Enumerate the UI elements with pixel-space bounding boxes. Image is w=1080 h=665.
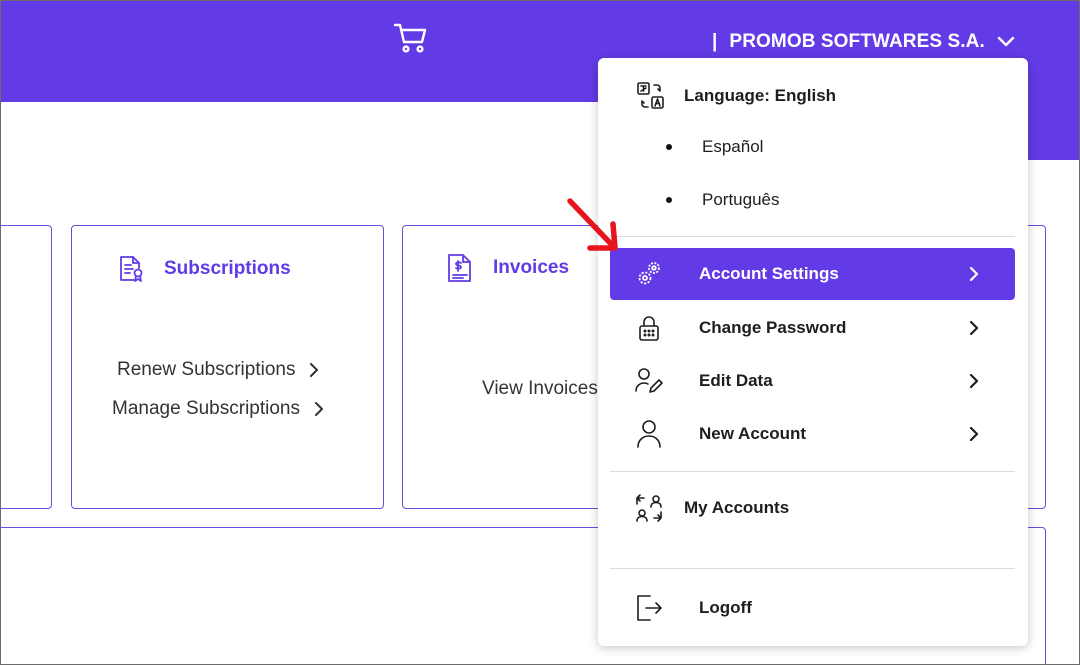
menu-item-account-settings[interactable]: Account Settings (610, 248, 1015, 300)
renew-subscriptions-label: Renew Subscriptions (117, 359, 296, 380)
menu-item-new-account[interactable]: New Account (610, 408, 1015, 460)
translate-icon (637, 82, 664, 109)
menu-item-edit-data[interactable]: Edit Data (610, 355, 1015, 407)
gears-icon (638, 262, 660, 285)
change-password-label: Change Password (699, 318, 847, 337)
chevron-down-icon (997, 36, 1015, 47)
language-label: Language: English (684, 86, 837, 105)
invoices-title[interactable]: Invoices (445, 252, 569, 284)
menu-item-logoff[interactable]: Logoff (610, 582, 1015, 634)
bullet (666, 144, 672, 150)
shopping-cart-icon[interactable] (393, 22, 429, 54)
switch-accounts-icon (636, 494, 662, 522)
language-current[interactable]: Language: English (610, 70, 1015, 122)
edit-data-label: Edit Data (699, 371, 773, 390)
header-separator: | (712, 31, 718, 52)
certificate-document-icon (120, 256, 143, 282)
view-invoices-label: View Invoices (482, 378, 598, 399)
account-dropdown-menu: Language: English Español Português Acco… (598, 58, 1028, 646)
view-invoices-link[interactable]: View Invoices (482, 378, 598, 400)
card-subscriptions: Subscriptions Renew Subscriptions Manage… (71, 225, 384, 509)
logoff-label: Logoff (699, 598, 752, 617)
manage-subscriptions-link[interactable]: Manage Subscriptions (112, 398, 324, 420)
new-account-label: New Account (699, 424, 807, 443)
invoices-title-text: Invoices (493, 257, 570, 278)
subscriptions-title-text: Subscriptions (164, 258, 291, 279)
chevron-right-icon (315, 402, 323, 416)
lock-icon (639, 316, 659, 341)
my-accounts-label: My Accounts (684, 498, 790, 517)
company-name: PROMOB SOFTWARES S.A. (729, 31, 985, 52)
account-settings-label: Account Settings (699, 264, 839, 283)
chevron-right-icon (969, 321, 979, 335)
manage-subscriptions-label: Manage Subscriptions (112, 398, 300, 419)
menu-divider (610, 236, 1015, 237)
subscriptions-title[interactable]: Subscriptions (116, 254, 291, 284)
menu-divider (610, 568, 1015, 569)
red-arrow-icon (567, 198, 618, 251)
bullet (666, 197, 672, 203)
language-option-espanol[interactable]: Español (666, 137, 763, 157)
card-partial-left (0, 225, 52, 509)
language-option-portugues[interactable]: Português (666, 190, 780, 210)
invoice-dollar-icon (448, 254, 471, 282)
menu-item-change-password[interactable]: Change Password (610, 302, 1015, 354)
menu-item-my-accounts[interactable]: My Accounts (610, 482, 1015, 534)
renew-subscriptions-link[interactable]: Renew Subscriptions (117, 359, 319, 381)
chevron-right-icon (310, 363, 319, 377)
logout-icon (637, 595, 662, 621)
chevron-right-icon (969, 427, 979, 441)
language-option-espanol-label: Español (702, 137, 764, 156)
chevron-right-icon (969, 374, 979, 388)
user-edit-icon (635, 368, 663, 393)
company-menu-toggle[interactable]: | PROMOB SOFTWARES S.A. (712, 30, 1015, 54)
header-extension (1028, 102, 1080, 160)
chevron-right-icon (969, 267, 979, 281)
language-option-portugues-label: Português (702, 190, 780, 209)
user-icon (637, 420, 661, 448)
menu-divider (610, 471, 1015, 472)
